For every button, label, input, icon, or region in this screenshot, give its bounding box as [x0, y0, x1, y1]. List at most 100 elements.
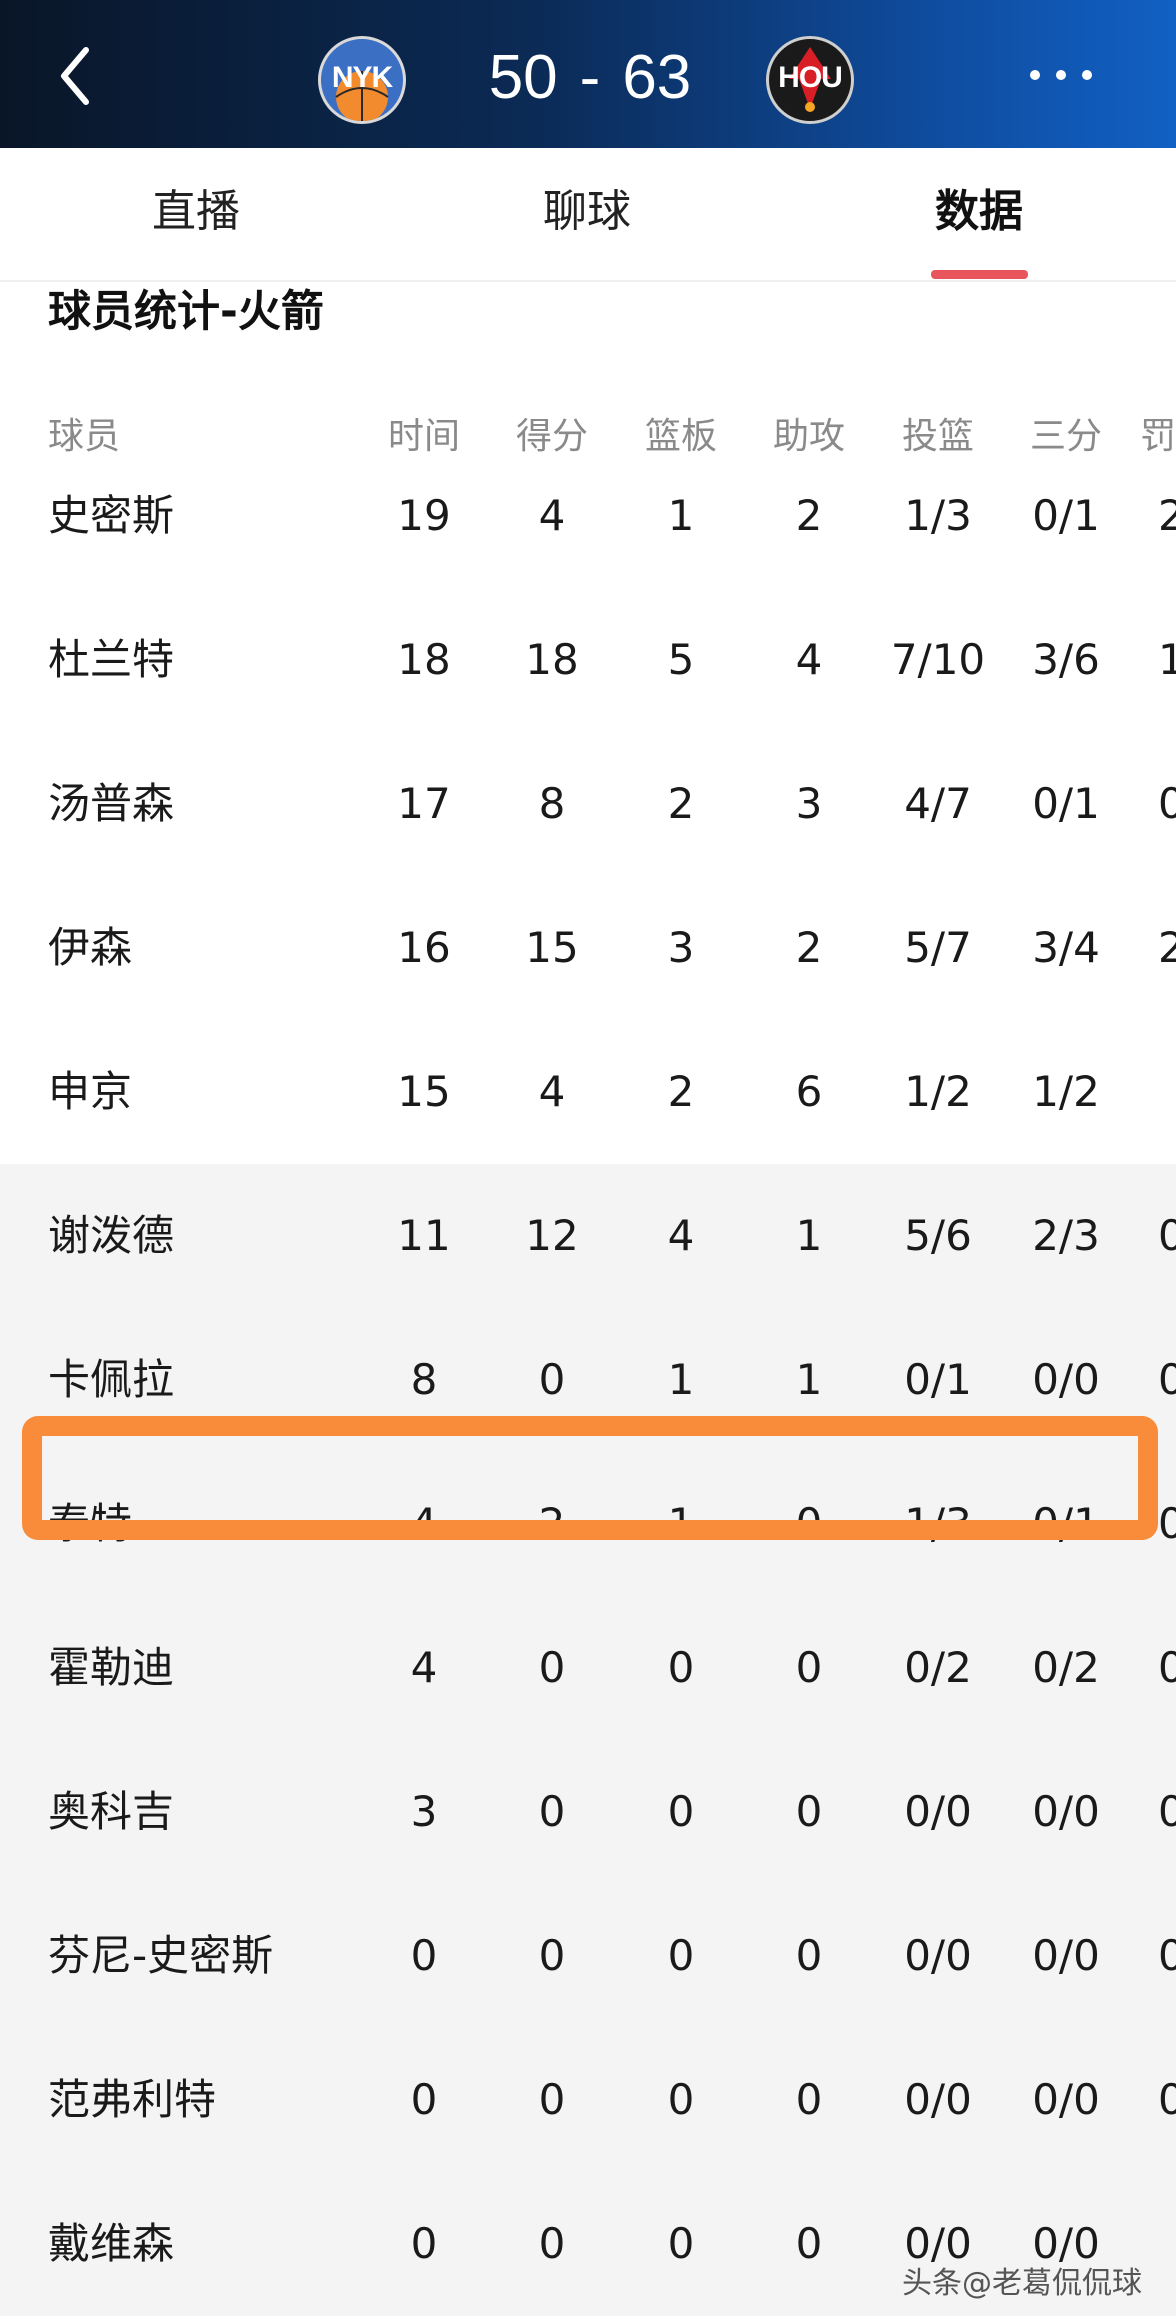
- stat-assists: 0: [795, 1499, 823, 1548]
- home-score: 50: [488, 43, 558, 112]
- stat-minutes: 8: [410, 1355, 438, 1404]
- game-header: NYK 50-63 HOU: [0, 0, 1176, 148]
- stat-free-throws: 0: [1158, 2075, 1176, 2124]
- stat-free-throws: 0: [1158, 1787, 1176, 1836]
- score-separator: -: [579, 43, 601, 112]
- stat-free-throws: 2: [1158, 491, 1176, 540]
- stat-points: 2: [538, 1499, 566, 1548]
- stat-free-throws: [1158, 1020, 1176, 1164]
- stat-three-pointers: 3/4: [1032, 923, 1100, 972]
- player-name: 奥科吉: [48, 1787, 175, 1836]
- stat-rebounds: 1: [667, 1355, 695, 1404]
- stat-field-goals: 5/6: [904, 1211, 972, 1260]
- stat-points: 0: [538, 1787, 566, 1836]
- table-row[interactable]: 霍勒迪 4 0 0 0 0/2 0/2 0: [0, 1596, 1176, 1740]
- player-name: 范弗利特: [48, 2075, 217, 2124]
- stat-three-pointers: 1/2: [1032, 1067, 1100, 1116]
- home-team-abbr: NYK: [331, 61, 393, 94]
- watermark: 头条@老葛侃侃球: [902, 2266, 1142, 2301]
- stat-free-throws: 0: [1158, 1931, 1176, 1980]
- stat-field-goals: 5/7: [904, 923, 972, 972]
- stat-assists: 0: [795, 1931, 823, 1980]
- away-team-logo[interactable]: HOU: [766, 36, 854, 124]
- stat-field-goals: 1/3: [904, 491, 972, 540]
- table-row[interactable]: 芬尼-史密斯 0 0 0 0 0/0 0/0 0: [0, 1884, 1176, 2028]
- stat-minutes: 15: [397, 1067, 451, 1116]
- stat-rebounds: 1: [667, 491, 695, 540]
- tab-chat[interactable]: 聊球: [487, 182, 687, 242]
- stat-minutes: 17: [397, 779, 451, 828]
- stat-assists: 1: [795, 1355, 823, 1404]
- table-row[interactable]: 杜兰特 18 18 5 4 7/10 3/6 1: [0, 588, 1176, 732]
- table-row[interactable]: 卡佩拉 8 0 1 1 0/1 0/0 0: [0, 1308, 1176, 1452]
- stat-three-pointers: 2/3: [1032, 1211, 1100, 1260]
- stat-points: 0: [538, 1643, 566, 1692]
- stat-points: 4: [538, 1067, 566, 1116]
- stat-assists: 0: [795, 1787, 823, 1836]
- chevron-left-icon: [61, 47, 89, 105]
- stat-free-throws: 2: [1158, 923, 1176, 972]
- player-name: 戴维森: [48, 2219, 175, 2268]
- table-row[interactable]: 泰特 4 2 1 0 1/3 0/1 0: [0, 1452, 1176, 1596]
- stat-points: 12: [525, 1211, 579, 1260]
- game-score: 50-63: [460, 38, 720, 118]
- table-row[interactable]: 伊森 16 15 3 2 5/7 3/4 2: [0, 876, 1176, 1020]
- stat-field-goals: 0/1: [904, 1355, 972, 1404]
- stat-three-pointers: 0/0: [1032, 1787, 1100, 1836]
- stat-rebounds: 0: [667, 2219, 695, 2268]
- stat-three-pointers: 0/0: [1032, 1931, 1100, 1980]
- stat-assists: 0: [795, 2219, 823, 2268]
- stat-free-throws: 0: [1158, 779, 1176, 828]
- stat-free-throws: 0: [1158, 1643, 1176, 1692]
- stat-field-goals: 0/0: [904, 1787, 972, 1836]
- stat-rebounds: 0: [667, 2075, 695, 2124]
- stat-rebounds: 0: [667, 1643, 695, 1692]
- tab-bar: 直播 聊球 数据: [0, 148, 1176, 282]
- table-row[interactable]: 申京 15 4 2 6 1/2 1/2: [0, 1020, 1176, 1164]
- player-name: 卡佩拉: [48, 1355, 175, 1404]
- away-team-abbr: HOU: [778, 61, 843, 94]
- table-row[interactable]: 谢泼德 11 12 4 1 5/6 2/3 0: [0, 1164, 1176, 1308]
- section-title: 球员统计-火箭: [48, 287, 324, 337]
- active-tab-indicator: [931, 270, 1028, 279]
- tab-live[interactable]: 直播: [96, 182, 296, 242]
- stat-points: 0: [538, 2075, 566, 2124]
- table-row[interactable]: 范弗利特 0 0 0 0 0/0 0/0 0: [0, 2028, 1176, 2172]
- stat-assists: 0: [795, 2075, 823, 2124]
- stat-minutes: 16: [397, 923, 451, 972]
- more-dot-icon: [1056, 70, 1066, 80]
- stat-points: 0: [538, 2219, 566, 2268]
- tab-stats[interactable]: 数据: [879, 182, 1079, 242]
- stat-field-goals: 0/0: [904, 1931, 972, 1980]
- stat-points: 8: [538, 779, 566, 828]
- stat-minutes: 18: [397, 635, 451, 684]
- stat-minutes: 0: [410, 2219, 438, 2268]
- player-name: 史密斯: [48, 491, 175, 540]
- back-button[interactable]: [40, 28, 120, 118]
- table-row[interactable]: 汤普森 17 8 2 3 4/7 0/1 0: [0, 732, 1176, 876]
- stat-rebounds: 0: [667, 1787, 695, 1836]
- table-row[interactable]: 奥科吉 3 0 0 0 0/0 0/0 0: [0, 1740, 1176, 1884]
- stat-points: 18: [525, 635, 579, 684]
- stat-points: 0: [538, 1931, 566, 1980]
- stat-assists: 2: [795, 491, 823, 540]
- player-name: 霍勒迪: [48, 1643, 175, 1692]
- table-row[interactable]: 史密斯 19 4 1 2 1/3 0/1 2: [0, 444, 1176, 588]
- more-options-button[interactable]: [1030, 60, 1096, 90]
- home-team-logo[interactable]: NYK: [318, 36, 406, 124]
- stat-free-throws: 0: [1158, 1355, 1176, 1404]
- stat-rebounds: 0: [667, 1931, 695, 1980]
- player-name: 泰特: [48, 1499, 133, 1548]
- stat-assists: 1: [795, 1211, 823, 1260]
- stat-field-goals: 4/7: [904, 779, 972, 828]
- player-name: 杜兰特: [48, 635, 175, 684]
- player-name: 谢泼德: [48, 1211, 175, 1260]
- stat-three-pointers: 0/1: [1032, 491, 1100, 540]
- stat-minutes: 11: [397, 1211, 451, 1260]
- player-stats-table[interactable]: 球员 时间 得分 篮板 助攻 投篮 三分 罚 史密斯 19 4 1 2 1/3 0/1 2 杜兰…: [0, 372, 1176, 2317]
- stat-minutes: 4: [410, 1643, 438, 1692]
- stat-three-pointers: 0/1: [1032, 779, 1100, 828]
- more-dot-icon: [1082, 70, 1092, 80]
- stat-rebounds: 4: [667, 1211, 695, 1260]
- more-dot-icon: [1030, 70, 1040, 80]
